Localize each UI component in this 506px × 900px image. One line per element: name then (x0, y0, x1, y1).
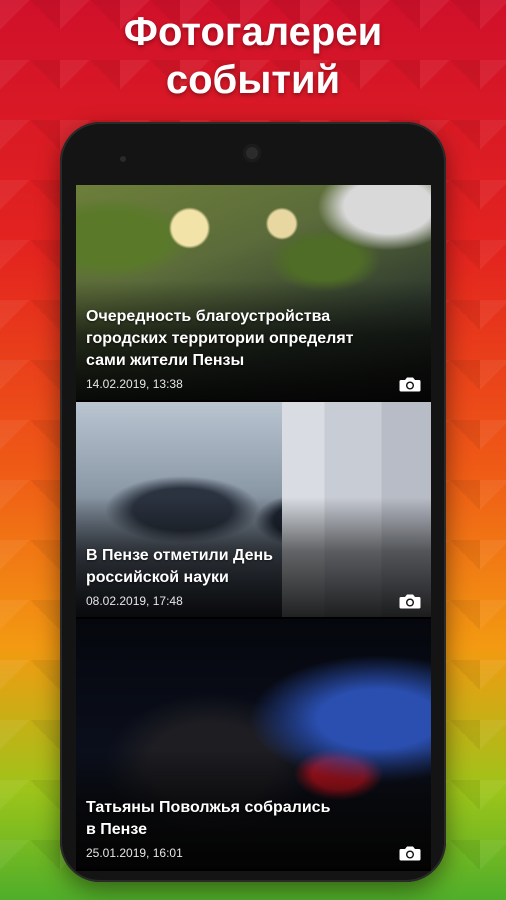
gallery-card-title: Татьяны Поволжья собрались в Пензе (86, 799, 331, 838)
phone-front-camera (243, 144, 261, 162)
camera-icon (399, 846, 421, 861)
phone-frame: Очередность благоустройства городских те… (60, 122, 446, 882)
camera-icon (399, 377, 421, 392)
gallery-card-title: Очередность благоустройства городских те… (86, 308, 354, 369)
phone-sensor (120, 156, 126, 162)
gallery-card[interactable]: Татьяны Поволжья собрались в Пензе 25.01… (76, 619, 431, 869)
promo-title: Фотогалереи событий (0, 8, 506, 104)
promo-title-line-2: событий (165, 58, 341, 102)
promo-title-line-1: Фотогалереи (123, 10, 383, 54)
gallery-card[interactable]: В Пензе отметили День российской науки 0… (76, 402, 431, 617)
gallery-screen: Очередность благоустройства городских те… (76, 185, 431, 871)
gallery-card[interactable]: Очередность благоустройства городских те… (76, 185, 431, 400)
gallery-card-title: В Пензе отметили День российской науки (86, 547, 273, 586)
camera-icon (399, 594, 421, 609)
gallery-card-date: 14.02.2019, 13:38 (86, 377, 183, 391)
gallery-card-date: 25.01.2019, 16:01 (86, 846, 183, 860)
gallery-card-date: 08.02.2019, 17:48 (86, 594, 183, 608)
